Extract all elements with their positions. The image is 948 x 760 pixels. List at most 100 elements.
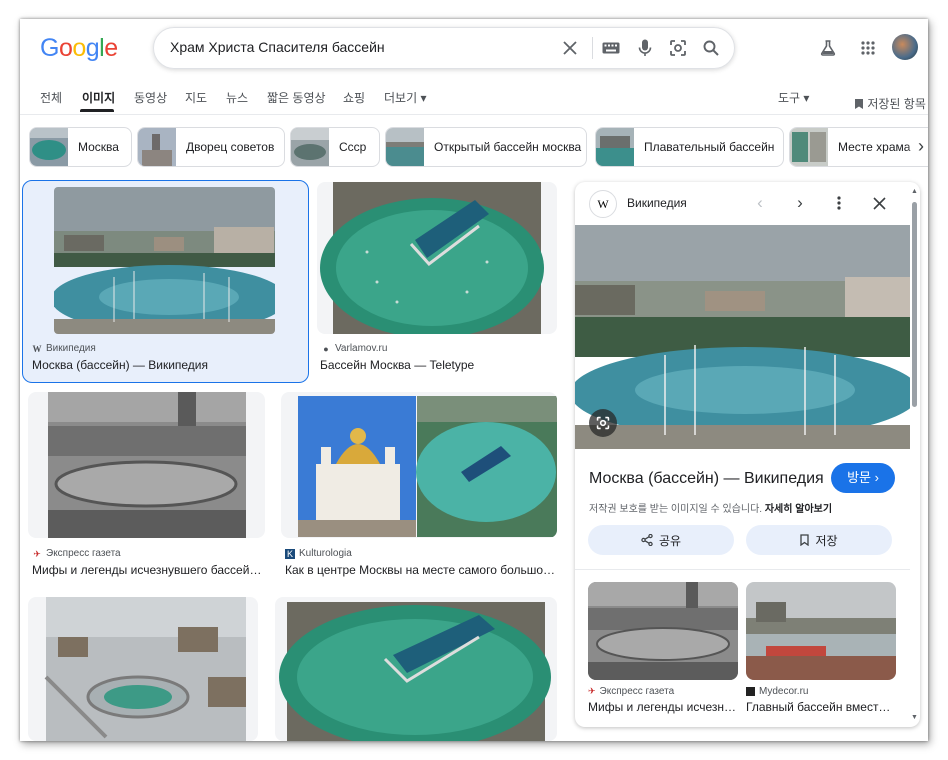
- saved-items-button[interactable]: 저장된 항목: [854, 95, 926, 112]
- tab-maps[interactable]: 지도: [185, 89, 207, 106]
- scroll-down-arrow-icon[interactable]: ▼: [911, 714, 918, 721]
- flask-icon[interactable]: [817, 37, 839, 59]
- chip-moskva[interactable]: Москва: [29, 127, 132, 167]
- related-source: Mydecor.ru: [746, 686, 896, 697]
- wikipedia-icon: W: [32, 343, 42, 354]
- result-source: ● Varlamov.ru: [321, 343, 387, 354]
- chip-label: Москва: [78, 140, 119, 154]
- result-source-name: Википедия: [46, 343, 96, 354]
- browser-window: Google Храм Христа Спасителя бассейн 전체 …: [20, 19, 928, 741]
- lens-icon[interactable]: [668, 38, 688, 58]
- result-title[interactable]: Мифы и легенды исчезнувшего бассейн…: [32, 563, 262, 577]
- related-search-chips: Москва Дворец советов Ссср Открытый басс…: [29, 127, 928, 167]
- result-source-name: Kulturologia: [299, 548, 352, 559]
- chip-label: Открытый бассейн москва: [434, 140, 582, 154]
- logo-letter: e: [104, 34, 118, 62]
- tab-short-videos[interactable]: 짧은 동영상: [267, 89, 326, 106]
- saved-items-label: 저장된 항목: [867, 97, 926, 111]
- related-image-thumbnail[interactable]: [588, 582, 738, 680]
- result-image[interactable]: [275, 597, 557, 741]
- tools-button[interactable]: 도구 ▾: [778, 89, 809, 106]
- related-image[interactable]: ✈ Экспресс газета Мифы и легенды исчезн…: [588, 582, 738, 714]
- image-preview-panel: W Википедия ‹ › Москва (бассейн) — Викип…: [575, 182, 920, 727]
- related-title[interactable]: Мифы и легенды исчезн…: [588, 700, 738, 714]
- result-source-name: Varlamov.ru: [335, 343, 388, 354]
- result-image[interactable]: [281, 392, 557, 538]
- result-title[interactable]: Бассейн Москва — Teletype: [320, 358, 560, 372]
- panel-scrollbar[interactable]: ▲ ▼: [911, 188, 918, 721]
- close-icon[interactable]: [867, 191, 891, 215]
- panel-divider: [575, 569, 910, 570]
- tab-news[interactable]: 뉴스: [226, 89, 248, 106]
- learn-more-link[interactable]: 자세히 알아보기: [765, 504, 832, 515]
- tabs-divider: [20, 114, 928, 115]
- chip-swimming-pool[interactable]: Плавательный бассейн: [595, 127, 784, 167]
- visit-button[interactable]: 방문 ›: [831, 463, 895, 493]
- search-input[interactable]: Храм Христа Спасителя бассейн: [170, 39, 385, 55]
- more-vert-icon[interactable]: [827, 191, 851, 215]
- share-label: 공유: [658, 533, 682, 548]
- microphone-icon[interactable]: [635, 38, 655, 58]
- chip-dvorets-sovetov[interactable]: Дворец советов: [137, 127, 285, 167]
- result-title[interactable]: Как в центре Москвы на месте самого боль…: [285, 563, 560, 577]
- result-image[interactable]: [317, 182, 557, 334]
- related-image[interactable]: Mydecor.ru Главный бассейн вмест…: [746, 582, 896, 714]
- search-tabs: 전체 이미지 동영상 지도 뉴스 짧은 동영상 쇼핑 더보기 ▾ 도구 ▾ 저장…: [20, 87, 928, 115]
- chip-label: Ссср: [339, 140, 367, 154]
- result-image[interactable]: [28, 597, 258, 741]
- save-button[interactable]: 저장: [746, 525, 892, 555]
- varlamov-icon: ●: [323, 343, 329, 354]
- scroll-up-arrow-icon[interactable]: ▲: [911, 188, 918, 195]
- keyboard-icon[interactable]: [601, 38, 621, 58]
- share-button[interactable]: 공유: [588, 525, 734, 555]
- mydecor-icon: [746, 687, 755, 696]
- chip-thumbnail: [790, 128, 828, 166]
- search-box[interactable]: Храм Христа Спасителя бассейн: [153, 27, 735, 69]
- logo-letter: G: [40, 34, 59, 62]
- related-source-name: Mydecor.ru: [759, 686, 809, 697]
- tab-images[interactable]: 이미지: [82, 89, 115, 106]
- close-icon[interactable]: [560, 38, 580, 58]
- tab-shopping[interactable]: 쇼핑: [343, 89, 365, 106]
- panel-title[interactable]: Москва (бассейн) — Википедия: [589, 470, 824, 488]
- tab-all[interactable]: 전체: [40, 89, 62, 106]
- chip-sssr[interactable]: Ссср: [290, 127, 380, 167]
- related-title[interactable]: Главный бассейн вмест…: [746, 700, 896, 714]
- copyright-notice: 저작권 보호를 받는 이미지일 수 있습니다. 자세히 알아보기: [589, 500, 832, 515]
- chip-thumbnail: [30, 128, 68, 166]
- chip-thumbnail: [291, 128, 329, 166]
- bookmark-icon: [800, 534, 810, 546]
- chip-label: Плавательный бассейн: [644, 140, 775, 154]
- result-image[interactable]: [54, 187, 275, 334]
- chevron-right-icon[interactable]: ›: [907, 133, 928, 161]
- save-label: 저장: [815, 533, 838, 548]
- tab-more[interactable]: 더보기 ▾: [384, 89, 426, 106]
- related-image-thumbnail[interactable]: [746, 582, 896, 680]
- kulturologia-icon: K: [285, 548, 295, 559]
- chip-thumbnail: [596, 128, 634, 166]
- apps-grid-icon[interactable]: [857, 37, 879, 59]
- tab-videos[interactable]: 동영상: [134, 89, 167, 106]
- chevron-right-icon[interactable]: ›: [788, 191, 812, 215]
- related-source: ✈ Экспресс газета: [588, 686, 738, 697]
- avatar[interactable]: [892, 34, 918, 60]
- google-logo[interactable]: Google: [40, 34, 118, 63]
- result-source-name: Экспресс газета: [46, 548, 121, 559]
- express-gazeta-icon: ✈: [588, 686, 596, 696]
- chevron-left-icon[interactable]: ‹: [748, 191, 772, 215]
- panel-site-name[interactable]: Википедия: [627, 196, 687, 210]
- chip-open-pool[interactable]: Открытый бассейн москва: [385, 127, 587, 167]
- search-divider: [592, 37, 593, 59]
- logo-letter: g: [85, 34, 100, 62]
- search-icon[interactable]: [701, 38, 721, 58]
- logo-letter: o: [58, 34, 73, 62]
- scrollbar-thumb[interactable]: [912, 202, 917, 407]
- share-icon: [641, 534, 653, 546]
- preview-image[interactable]: [575, 225, 910, 449]
- chip-thumbnail: [138, 128, 176, 166]
- result-image[interactable]: [28, 392, 265, 538]
- lens-icon[interactable]: [589, 409, 617, 437]
- result-source: K Kulturologia: [285, 548, 352, 559]
- result-title[interactable]: Москва (бассейн) — Википедия: [32, 358, 302, 372]
- logo-letter: o: [72, 34, 86, 62]
